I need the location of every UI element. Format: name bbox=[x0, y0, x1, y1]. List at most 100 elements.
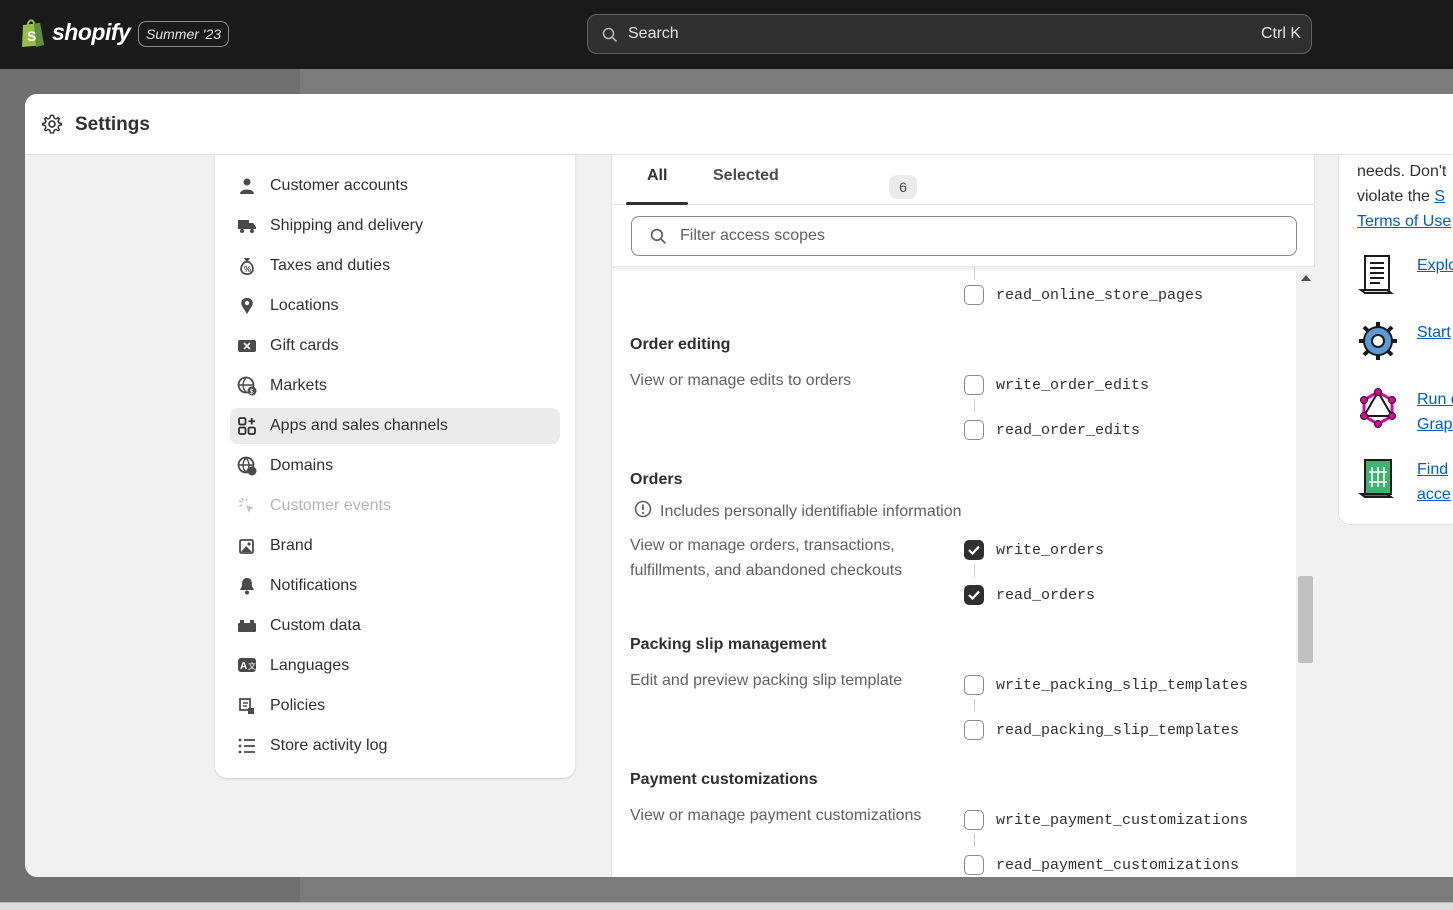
sidebar-item-custom-data[interactable]: Custom data bbox=[230, 608, 560, 644]
tab-selected[interactable]: Selected 6 bbox=[713, 167, 917, 199]
resource-item[interactable]: Find acce bbox=[1357, 457, 1453, 507]
resource-link-line-1[interactable]: Find bbox=[1417, 457, 1451, 482]
sidebar-item-label: Custom data bbox=[270, 617, 361, 634]
graphql-icon bbox=[1357, 387, 1399, 429]
scope-checkbox[interactable] bbox=[964, 375, 984, 395]
svg-text:文: 文 bbox=[248, 661, 256, 671]
section-title: Packing slip management bbox=[630, 636, 827, 653]
resource-item[interactable]: Explo bbox=[1357, 253, 1453, 295]
sidebar-item-label: Brand bbox=[270, 537, 313, 554]
gear-icon bbox=[41, 114, 63, 139]
terms-of-use-link[interactable]: Terms of Use bbox=[1357, 209, 1453, 234]
shopify-logo[interactable]: S shopify bbox=[20, 17, 131, 47]
sidebar-item-taxes[interactable]: % Taxes and duties bbox=[230, 248, 560, 284]
scope-connector bbox=[974, 699, 975, 712]
resource-link[interactable]: Start bbox=[1417, 320, 1451, 345]
sidebar-item-languages[interactable]: A文 Languages bbox=[230, 648, 560, 684]
terms-link-partial[interactable]: S bbox=[1434, 188, 1445, 205]
scope-connector bbox=[974, 399, 975, 412]
section-title: Orders bbox=[630, 471, 683, 488]
globe-dollar-icon: $ bbox=[237, 376, 257, 396]
resource-link-line-2[interactable]: acce bbox=[1417, 482, 1451, 507]
scopes-scrollbar[interactable] bbox=[1296, 267, 1315, 877]
scope-row: write_orders bbox=[964, 540, 1104, 560]
section-title: Order editing bbox=[630, 336, 731, 353]
resource-link-line-2[interactable]: Grap bbox=[1417, 412, 1453, 437]
scope-row: read_orders bbox=[964, 585, 1095, 605]
scope-name: read_online_store_pages bbox=[996, 286, 1204, 304]
scroll-up-arrow[interactable] bbox=[1301, 275, 1311, 281]
scope-row: write_order_edits bbox=[964, 375, 1149, 395]
settings-modal: Settings Customer accounts Shipping and … bbox=[25, 94, 1453, 877]
resource-item[interactable]: Start bbox=[1357, 320, 1453, 362]
settings-sidebar: Customer accounts Shipping and delivery … bbox=[215, 155, 575, 778]
resource-link-text[interactable]: Run c Grap bbox=[1417, 387, 1453, 437]
scope-checkbox[interactable] bbox=[964, 420, 984, 440]
search-icon bbox=[602, 27, 618, 48]
active-tab-indicator bbox=[626, 202, 688, 205]
resource-link-line-1[interactable]: Run c bbox=[1417, 387, 1453, 412]
terms-line-2-text: violate the bbox=[1357, 188, 1435, 205]
sidebar-item-domains[interactable]: Domains bbox=[230, 448, 560, 484]
scrollbar-thumb[interactable] bbox=[1298, 576, 1313, 663]
image-icon bbox=[237, 536, 257, 556]
scope-name: write_order_edits bbox=[996, 376, 1150, 394]
scope-row: read_payment_customizations bbox=[964, 855, 1239, 875]
sidebar-item-customer-events[interactable]: Customer events bbox=[230, 488, 560, 524]
sidebar-item-label: Domains bbox=[270, 457, 334, 474]
sidebar-item-locations[interactable]: Locations bbox=[230, 288, 560, 324]
sidebar-item-store-activity-log[interactable]: Store activity log bbox=[230, 728, 560, 764]
sidebar-item-markets[interactable]: $ Markets bbox=[230, 368, 560, 404]
puzzle-block-icon bbox=[237, 616, 257, 636]
sidebar-item-label: Notifications bbox=[270, 577, 358, 594]
edition-badge[interactable]: Summer '23 bbox=[138, 21, 230, 47]
scope-checkbox[interactable] bbox=[964, 810, 984, 830]
modal-header: Settings bbox=[25, 94, 1453, 155]
scope-checkbox[interactable] bbox=[964, 675, 984, 695]
scroll-icon bbox=[1357, 253, 1399, 295]
sidebar-item-brand[interactable]: Brand bbox=[230, 528, 560, 564]
access-scopes-card: All Selected 6 Filter access scopes read… bbox=[611, 155, 1315, 877]
scope-checkbox-checked[interactable] bbox=[964, 585, 984, 605]
scope-name: write_orders bbox=[996, 541, 1105, 559]
resource-link-text[interactable]: Find acce bbox=[1417, 457, 1451, 507]
scope-checkbox-checked[interactable] bbox=[964, 540, 984, 560]
scope-name: read_payment_customizations bbox=[996, 856, 1240, 874]
apps-icon bbox=[237, 416, 257, 436]
sidebar-item-label: Customer accounts bbox=[270, 177, 408, 194]
scope-connector bbox=[974, 267, 975, 280]
scope-tabs: All Selected 6 bbox=[612, 155, 1314, 205]
document-icon bbox=[1357, 457, 1399, 499]
search-shortcut: Ctrl K bbox=[1261, 25, 1301, 42]
global-search[interactable]: Search Ctrl K bbox=[587, 14, 1312, 54]
sidebar-item-notifications[interactable]: Notifications bbox=[230, 568, 560, 604]
scope-row: read_online_store_pages bbox=[964, 285, 1203, 305]
scope-row: read_order_edits bbox=[964, 420, 1140, 440]
pii-notice: Includes personally identifiable informa… bbox=[634, 500, 962, 523]
sidebar-item-label: Shipping and delivery bbox=[270, 217, 423, 234]
tab-selected-label: Selected bbox=[713, 167, 779, 184]
resource-link[interactable]: Explo bbox=[1417, 253, 1453, 278]
terms-notice: needs. Don't violate the S Terms of Use bbox=[1357, 159, 1453, 234]
cursor-click-icon bbox=[237, 496, 257, 516]
location-pin-icon bbox=[237, 296, 257, 316]
svg-text:$: $ bbox=[250, 389, 254, 396]
scope-connector bbox=[974, 834, 975, 847]
sidebar-item-shipping[interactable]: Shipping and delivery bbox=[230, 208, 560, 244]
sidebar-item-customer-accounts[interactable]: Customer accounts bbox=[230, 168, 560, 204]
tab-all[interactable]: All bbox=[647, 167, 667, 185]
svg-text:S: S bbox=[27, 28, 36, 44]
scope-name: read_orders bbox=[996, 586, 1096, 604]
bottom-strip bbox=[0, 902, 1453, 910]
shopify-bag-icon: S bbox=[20, 17, 46, 47]
scope-checkbox[interactable] bbox=[964, 855, 984, 875]
truck-icon bbox=[237, 216, 257, 236]
sidebar-item-gift-cards[interactable]: Gift cards bbox=[230, 328, 560, 364]
sidebar-item-apps-and-sales-channels[interactable]: Apps and sales channels bbox=[230, 408, 560, 444]
scope-checkbox[interactable] bbox=[964, 720, 984, 740]
scope-checkbox[interactable] bbox=[964, 285, 984, 305]
filter-scopes-input[interactable]: Filter access scopes bbox=[631, 216, 1297, 256]
sidebar-item-policies[interactable]: Policies bbox=[230, 688, 560, 724]
resource-item[interactable]: Run c Grap bbox=[1357, 387, 1453, 437]
scope-connector bbox=[974, 564, 975, 577]
